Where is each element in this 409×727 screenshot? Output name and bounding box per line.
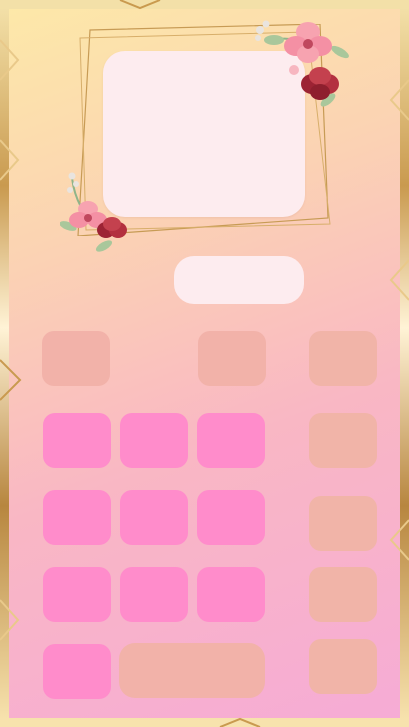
key-r2-c2[interactable]: [120, 413, 188, 468]
key-r2-c4[interactable]: [309, 413, 377, 468]
key-r5-c4[interactable]: [309, 639, 377, 694]
key-r4-c4[interactable]: [309, 567, 377, 622]
key-r4-c3[interactable]: [197, 567, 265, 622]
key-r4-c1[interactable]: [43, 567, 111, 622]
key-r3-c4[interactable]: [309, 496, 377, 551]
key-r3-c2[interactable]: [120, 490, 188, 545]
key-r1-c1[interactable]: [42, 331, 110, 386]
key-r3-c1[interactable]: [43, 490, 111, 545]
key-r2-c3[interactable]: [197, 413, 265, 468]
secondary-display: [174, 256, 304, 304]
key-r1-c4[interactable]: [309, 331, 377, 386]
key-r2-c1[interactable]: [43, 413, 111, 468]
key-r5-c1[interactable]: [43, 644, 111, 699]
key-r3-c3[interactable]: [197, 490, 265, 545]
calculator-display: [103, 51, 305, 217]
calculator-app: [0, 0, 409, 727]
key-r4-c2[interactable]: [120, 567, 188, 622]
key-r1-c3[interactable]: [198, 331, 266, 386]
key-r5-wide[interactable]: [119, 643, 265, 698]
